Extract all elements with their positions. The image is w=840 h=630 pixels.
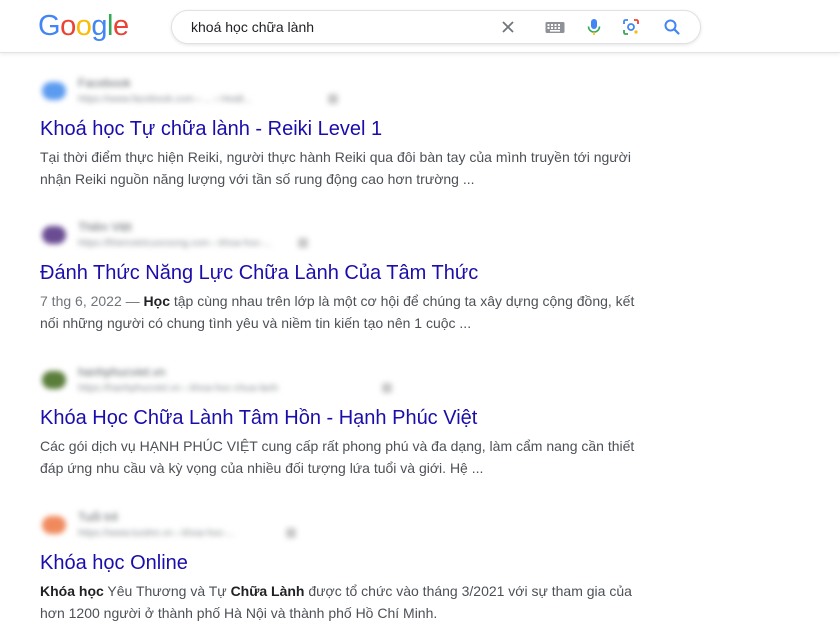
result-date: 7 thg 6, 2022: [40, 293, 122, 309]
source-name: Facebook: [78, 76, 131, 90]
date-separator: —: [125, 293, 140, 309]
logo-letter: e: [112, 10, 129, 42]
highlight: Khóa học: [40, 583, 104, 599]
favicon: [42, 371, 66, 389]
source-url: https://www.tuoitre.vn › khoa-hoc-...: [78, 528, 235, 539]
source-url: https://thienvietcuocsong.com › khoa-hoc…: [78, 238, 272, 249]
more-options-icon[interactable]: [382, 383, 392, 393]
result-snippet: Tại thời điểm thực hiện Reiki, người thự…: [40, 146, 640, 190]
microphone-icon[interactable]: [584, 17, 604, 37]
source-url: https://www.facebook.com › ... › Healt..…: [78, 94, 252, 105]
search-icon[interactable]: [662, 17, 682, 37]
search-box: [171, 10, 701, 44]
snippet-text: Yêu Thương và Tự: [103, 583, 231, 599]
logo-letter: o: [75, 10, 92, 42]
snippet-text: được tổ chức vào tháng 3/2021 với sự tha…: [304, 583, 632, 599]
logo-letter: o: [60, 10, 76, 42]
snippet-line: hơn 1200 người ở thành phố Hà Nội và thà…: [40, 605, 438, 621]
favicon: [42, 516, 66, 534]
result-title[interactable]: Khóa học Online: [40, 550, 188, 576]
result-snippet: Khóa học Yêu Thương và Tự Chữa Lành được…: [40, 580, 640, 624]
source-name: Tuổi trẻ: [78, 510, 119, 524]
snippet-line: nối những người có chung tình yêu và niề…: [40, 315, 472, 331]
snippet-line: Tại thời điểm thực hiện Reiki, người thự…: [40, 149, 631, 165]
source-url: https://hanhphucviet.vn › khoa-hoc-chua-…: [78, 383, 279, 394]
lens-icon[interactable]: [621, 17, 641, 37]
favicon: [42, 226, 66, 244]
result-source[interactable]: Facebook https://www.facebook.com › ... …: [40, 70, 360, 106]
result-source[interactable]: Tuổi trẻ https://www.tuoitre.vn › khoa-h…: [40, 504, 360, 540]
highlight: Chữa Lành: [230, 583, 305, 599]
google-logo[interactable]: Google: [38, 8, 129, 44]
highlight: Học: [143, 293, 170, 309]
favicon: [42, 82, 66, 100]
logo-letter: g: [91, 10, 107, 42]
result-source[interactable]: Thiền Việt https://thienvietcuocsong.com…: [40, 214, 360, 250]
snippet-line: Các gói dịch vụ HẠNH PHÚC VIỆT cung cấp …: [40, 438, 635, 454]
more-options-icon[interactable]: [286, 528, 296, 538]
source-name: Thiền Việt: [78, 220, 132, 234]
result-title[interactable]: Đánh Thức Năng Lực Chữa Lành Của Tâm Thứ…: [40, 260, 478, 286]
snippet-line: Khóa học Yêu Thương và Tự Chữa Lành được…: [40, 580, 640, 602]
snippet-text: tập cùng nhau trên lớp là một cơ hội để …: [169, 293, 635, 309]
snippet-line: 7 thg 6, 2022 — Học tập cùng nhau trên l…: [40, 290, 640, 312]
keyboard-icon[interactable]: [544, 17, 566, 37]
snippet-line: đáp ứng nhu cầu và kỳ vọng của nhiều đối…: [40, 460, 484, 476]
logo-letter: G: [38, 10, 61, 42]
search-input[interactable]: [191, 17, 491, 37]
result-title[interactable]: Khoá học Tự chữa lành - Reiki Level 1: [40, 116, 382, 142]
result-snippet: Các gói dịch vụ HẠNH PHÚC VIỆT cung cấp …: [40, 435, 640, 479]
result-snippet: 7 thg 6, 2022 — Học tập cùng nhau trên l…: [40, 290, 640, 334]
clear-icon[interactable]: [498, 17, 518, 37]
header: Google: [0, 0, 840, 53]
snippet-line: nhận Reiki nguồn năng lượng với tần số r…: [40, 171, 475, 187]
result-source[interactable]: hanhphucviet.vn https://hanhphucviet.vn …: [40, 359, 392, 395]
source-name: hanhphucviet.vn: [78, 365, 166, 379]
more-options-icon[interactable]: [328, 94, 338, 104]
more-options-icon[interactable]: [298, 238, 308, 248]
result-title[interactable]: Khóa Học Chữa Lành Tâm Hồn - Hạnh Phúc V…: [40, 405, 477, 431]
